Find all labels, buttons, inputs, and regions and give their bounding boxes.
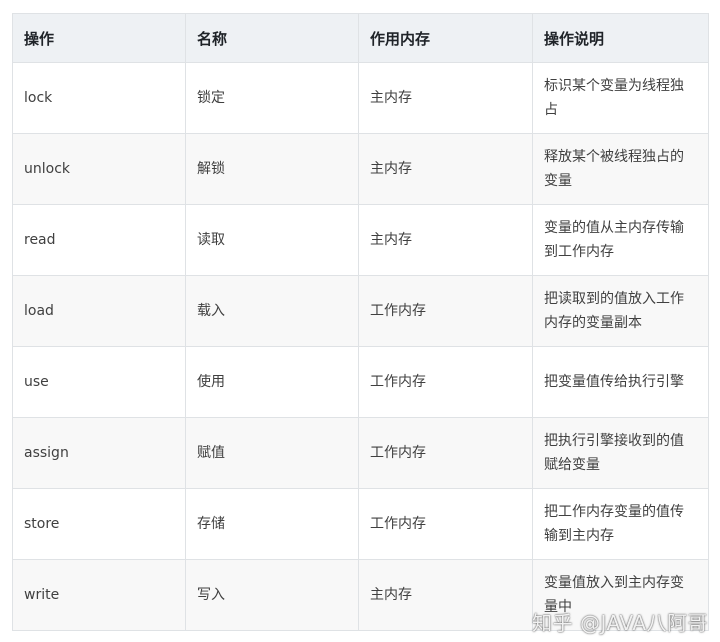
cell-description: 把执行引擎接收到的值赋给变量	[532, 417, 709, 489]
cell-operation: write	[12, 559, 186, 631]
watermark: 知乎 @JAVA八阿哥	[532, 611, 708, 635]
cell-description: 把变量值传给执行引擎	[532, 346, 709, 418]
cell-description: 变量的值从主内存传输到工作内存	[532, 204, 709, 276]
cell-name: 载入	[185, 275, 359, 347]
cell-memory: 主内存	[358, 204, 533, 276]
cell-memory: 工作内存	[358, 417, 533, 489]
table-row: lock 锁定 主内存 标识某个变量为线程独占	[12, 62, 709, 134]
jmm-operations-table: 操作 名称 作用内存 操作说明 lock 锁定 主内存 标识某个变量为线程独占 …	[12, 13, 709, 631]
header-row: 操作 名称 作用内存 操作说明	[12, 13, 709, 63]
cell-name: 锁定	[185, 62, 359, 134]
cell-description: 标识某个变量为线程独占	[532, 62, 709, 134]
table-header: 操作 名称 作用内存 操作说明	[12, 13, 709, 63]
cell-memory: 工作内存	[358, 346, 533, 418]
header-operation: 操作	[12, 13, 186, 63]
table-row: load 载入 工作内存 把读取到的值放入工作内存的变量副本	[12, 275, 709, 347]
cell-operation: unlock	[12, 133, 186, 205]
header-memory: 作用内存	[358, 13, 533, 63]
cell-operation: lock	[12, 62, 186, 134]
cell-operation: use	[12, 346, 186, 418]
table-row: store 存储 工作内存 把工作内存变量的值传输到主内存	[12, 488, 709, 560]
cell-memory: 主内存	[358, 62, 533, 134]
cell-operation: read	[12, 204, 186, 276]
cell-description: 释放某个被线程独占的变量	[532, 133, 709, 205]
header-name: 名称	[185, 13, 359, 63]
table-row: assign 赋值 工作内存 把执行引擎接收到的值赋给变量	[12, 417, 709, 489]
cell-name: 存储	[185, 488, 359, 560]
cell-name: 解锁	[185, 133, 359, 205]
table-row: use 使用 工作内存 把变量值传给执行引擎	[12, 346, 709, 418]
cell-description: 把工作内存变量的值传输到主内存	[532, 488, 709, 560]
cell-operation: load	[12, 275, 186, 347]
cell-name: 写入	[185, 559, 359, 631]
cell-operation: assign	[12, 417, 186, 489]
table-row: unlock 解锁 主内存 释放某个被线程独占的变量	[12, 133, 709, 205]
cell-memory: 工作内存	[358, 488, 533, 560]
header-description: 操作说明	[532, 13, 709, 63]
cell-operation: store	[12, 488, 186, 560]
cell-memory: 主内存	[358, 559, 533, 631]
cell-name: 赋值	[185, 417, 359, 489]
jmm-operations-table-wrap: 操作 名称 作用内存 操作说明 lock 锁定 主内存 标识某个变量为线程独占 …	[12, 13, 709, 631]
table-row: read 读取 主内存 变量的值从主内存传输到工作内存	[12, 204, 709, 276]
cell-memory: 主内存	[358, 133, 533, 205]
table-body: lock 锁定 主内存 标识某个变量为线程独占 unlock 解锁 主内存 释放…	[12, 62, 709, 631]
cell-name: 读取	[185, 204, 359, 276]
cell-name: 使用	[185, 346, 359, 418]
cell-description: 把读取到的值放入工作内存的变量副本	[532, 275, 709, 347]
cell-memory: 工作内存	[358, 275, 533, 347]
